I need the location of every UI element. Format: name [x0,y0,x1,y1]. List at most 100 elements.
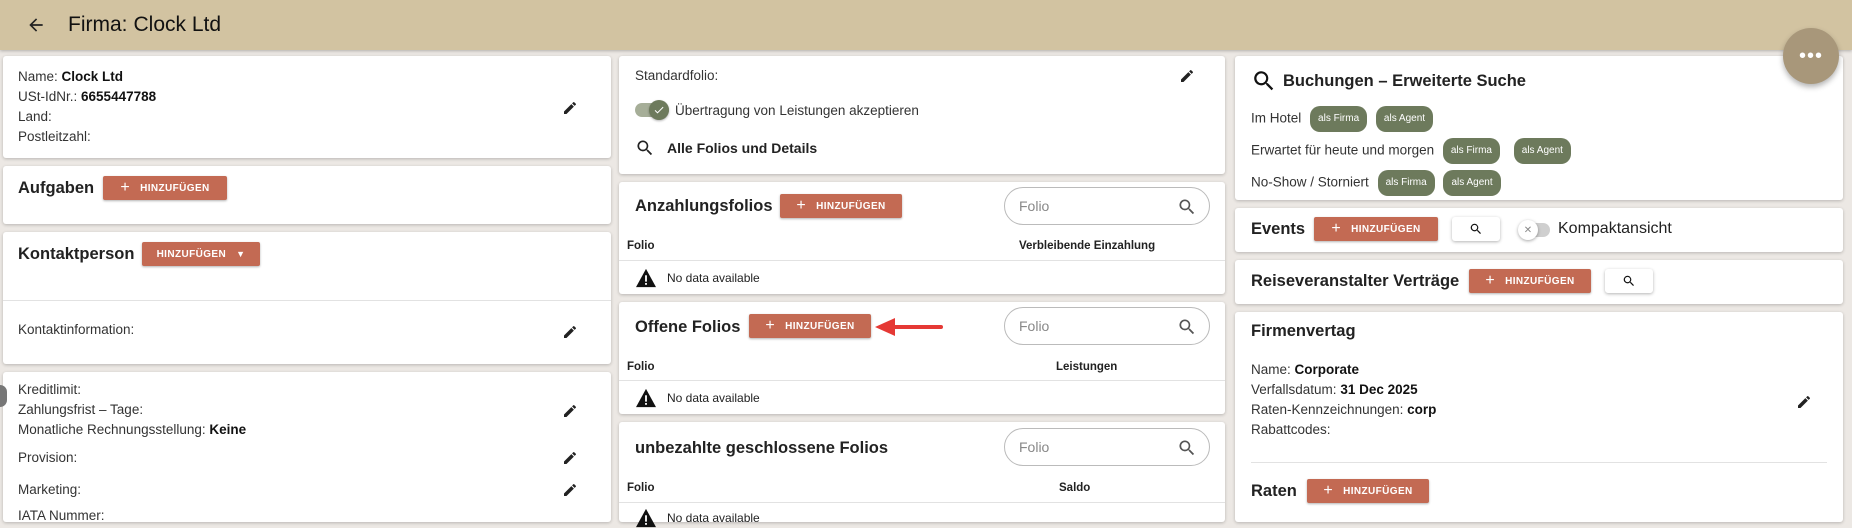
toggle-knob [649,100,669,120]
compact-toggle[interactable]: ✕ [1518,220,1550,240]
contact-divider [3,300,611,301]
marketing-label: Marketing: [18,482,82,497]
bookings-title: Buchungen – Erweiterte Suche [1283,71,1526,90]
add-deposit-button[interactable]: + HINZUFÜGEN [780,194,902,218]
edit-commission-icon[interactable] [562,450,578,466]
tour-operator-card: Reiseveranstalter Verträge + HINZUFÜGEN [1235,260,1843,304]
deposit-folios-card: Anzahlungsfolios + HINZUFÜGEN Folio Verbl… [619,182,1225,294]
contract-expiry-label: Verfallsdatum: [1251,382,1337,397]
app-header: Firma: Clock Ltd [0,0,1852,50]
edit-marketing-icon[interactable] [562,482,578,498]
deposit-search[interactable] [1004,187,1210,225]
add-contact-button[interactable]: HINZUFÜGEN ▼ [142,242,260,266]
contract-discount-label: Rabattcodes: [1251,422,1331,437]
side-handle[interactable] [0,385,7,407]
noshow-as-agent-chip[interactable]: als Agent [1443,170,1501,196]
monthly-billing-row: Monatliche Rechnungsstellung: Keine [18,420,246,440]
events-title: Events [1251,220,1306,238]
in-hotel-label: Im Hotel [1251,110,1302,126]
tasks-card: Aufgaben + HINZUFÜGEN [3,166,611,224]
search-icon[interactable] [1177,438,1197,458]
events-search-button[interactable] [1452,217,1500,241]
unpaid-folios-card: unbezahlte geschlossene Folios Folio Sal… [619,422,1225,528]
add-open-folio-label: HINZUFÜGEN [785,320,855,332]
transfer-toggle[interactable] [635,100,669,120]
events-card: Events + HINZUFÜGEN ✕ Kompaktansicht [1235,208,1843,252]
warning-icon [636,388,656,408]
commission-label: Provision: [18,450,78,465]
more-actions-button[interactable]: ••• [1783,28,1839,84]
plus-icon: + [1331,220,1342,237]
monthly-billing-value: Keine [209,422,247,437]
add-task-button[interactable]: + HINZUFÜGEN [103,176,227,200]
standard-folio-label: Standardfolio: [635,68,719,83]
dropdown-arrow-icon: ▼ [236,249,246,259]
unpaid-col-folio: Folio [627,482,655,494]
contract-divider [1251,462,1827,463]
back-button[interactable] [18,7,54,43]
edit-company-icon[interactable] [562,100,578,116]
monthly-billing-label: Monatliche Rechnungsstellung: [18,422,206,437]
expected-as-company-chip[interactable]: als Firma [1442,138,1500,164]
deposit-empty: No data available [635,268,760,288]
credit-limit-label: Kreditlimit: [18,382,82,397]
company-country-row: Land: [18,107,156,127]
all-folios-link[interactable]: Alle Folios und Details [635,138,817,158]
tasks-title: Aufgaben [18,179,95,197]
expected-as-agent-chip[interactable]: als Agent [1513,138,1571,164]
all-folios-label: Alle Folios und Details [667,140,818,156]
deposit-divider [619,260,1225,261]
unpaid-col-balance: Saldo [1059,482,1091,494]
company-name-label: Name: [18,69,58,84]
search-icon[interactable] [1177,197,1197,217]
annotation-arrow [875,318,943,336]
edit-credit-icon[interactable] [562,403,578,419]
open-folios-col-folio: Folio [627,361,655,373]
company-name-row: Name: Clock Ltd [18,67,156,87]
search-icon[interactable] [1177,317,1197,337]
transfer-toggle-label: Übertragung von Leistungen akzeptieren [675,103,919,118]
in-hotel-as-company-chip[interactable]: als Firma [1310,106,1368,132]
noshow-as-company-chip[interactable]: als Firma [1377,170,1435,196]
plus-icon: + [1323,482,1334,499]
contract-details: Name: Corporate Verfallsdatum: 31 Dec 20… [1251,360,1436,440]
company-info-list: Name: Clock Ltd USt-IdNr.: 6655447788 La… [18,67,156,147]
search-icon [1254,71,1274,91]
add-event-label: HINZUFÜGEN [1351,223,1421,235]
deposit-empty-text: No data available [667,271,760,285]
contract-discount-row: Rabattcodes: [1251,420,1436,440]
add-tour-contract-button[interactable]: + HINZUFÜGEN [1469,269,1591,293]
open-folios-divider [619,380,1225,381]
add-event-button[interactable]: + HINZUFÜGEN [1314,217,1438,241]
unpaid-search[interactable] [1004,428,1210,466]
deposit-search-input[interactable] [1017,197,1171,215]
search-icon [1623,275,1634,286]
company-vat-row: USt-IdNr.: 6655447788 [18,87,156,107]
arrow-left-icon [29,18,43,32]
company-postal-row: Postleitzahl: [18,127,156,147]
open-folios-empty-text: No data available [667,391,760,405]
add-rate-button[interactable]: + HINZUFÜGEN [1307,479,1429,503]
open-folios-search-input[interactable] [1017,317,1171,335]
edit-contact-icon[interactable] [562,324,578,340]
add-contact-label: HINZUFÜGEN [156,248,227,260]
contact-title: Kontaktperson [18,245,135,263]
credit-card: Kreditlimit: Zahlungsfrist – Tage: Monat… [3,372,611,523]
edit-contract-icon[interactable] [1796,394,1812,410]
edit-standard-folio-icon[interactable] [1179,68,1195,84]
open-folios-card: Offene Folios + HINZUFÜGEN Folio Leistung… [619,302,1225,414]
compact-label: Kompaktansicht [1558,220,1672,237]
page-title: Firma: Clock Ltd [68,13,221,37]
tour-search-button[interactable] [1605,269,1653,293]
add-open-folio-button[interactable]: + HINZUFÜGEN [749,314,871,338]
rates-title: Raten [1251,482,1297,500]
unpaid-search-input[interactable] [1017,438,1171,456]
company-info-card: Name: Clock Ltd USt-IdNr.: 6655447788 La… [3,56,611,158]
unpaid-empty-text: No data available [667,511,760,525]
add-task-label: HINZUFÜGEN [140,182,210,194]
in-hotel-as-agent-chip[interactable]: als Agent [1375,106,1434,132]
plus-icon: + [796,197,807,214]
open-folios-search[interactable] [1004,307,1210,345]
company-vat-value: 6655447788 [81,89,157,104]
page-title-value: Clock Ltd [133,13,222,36]
